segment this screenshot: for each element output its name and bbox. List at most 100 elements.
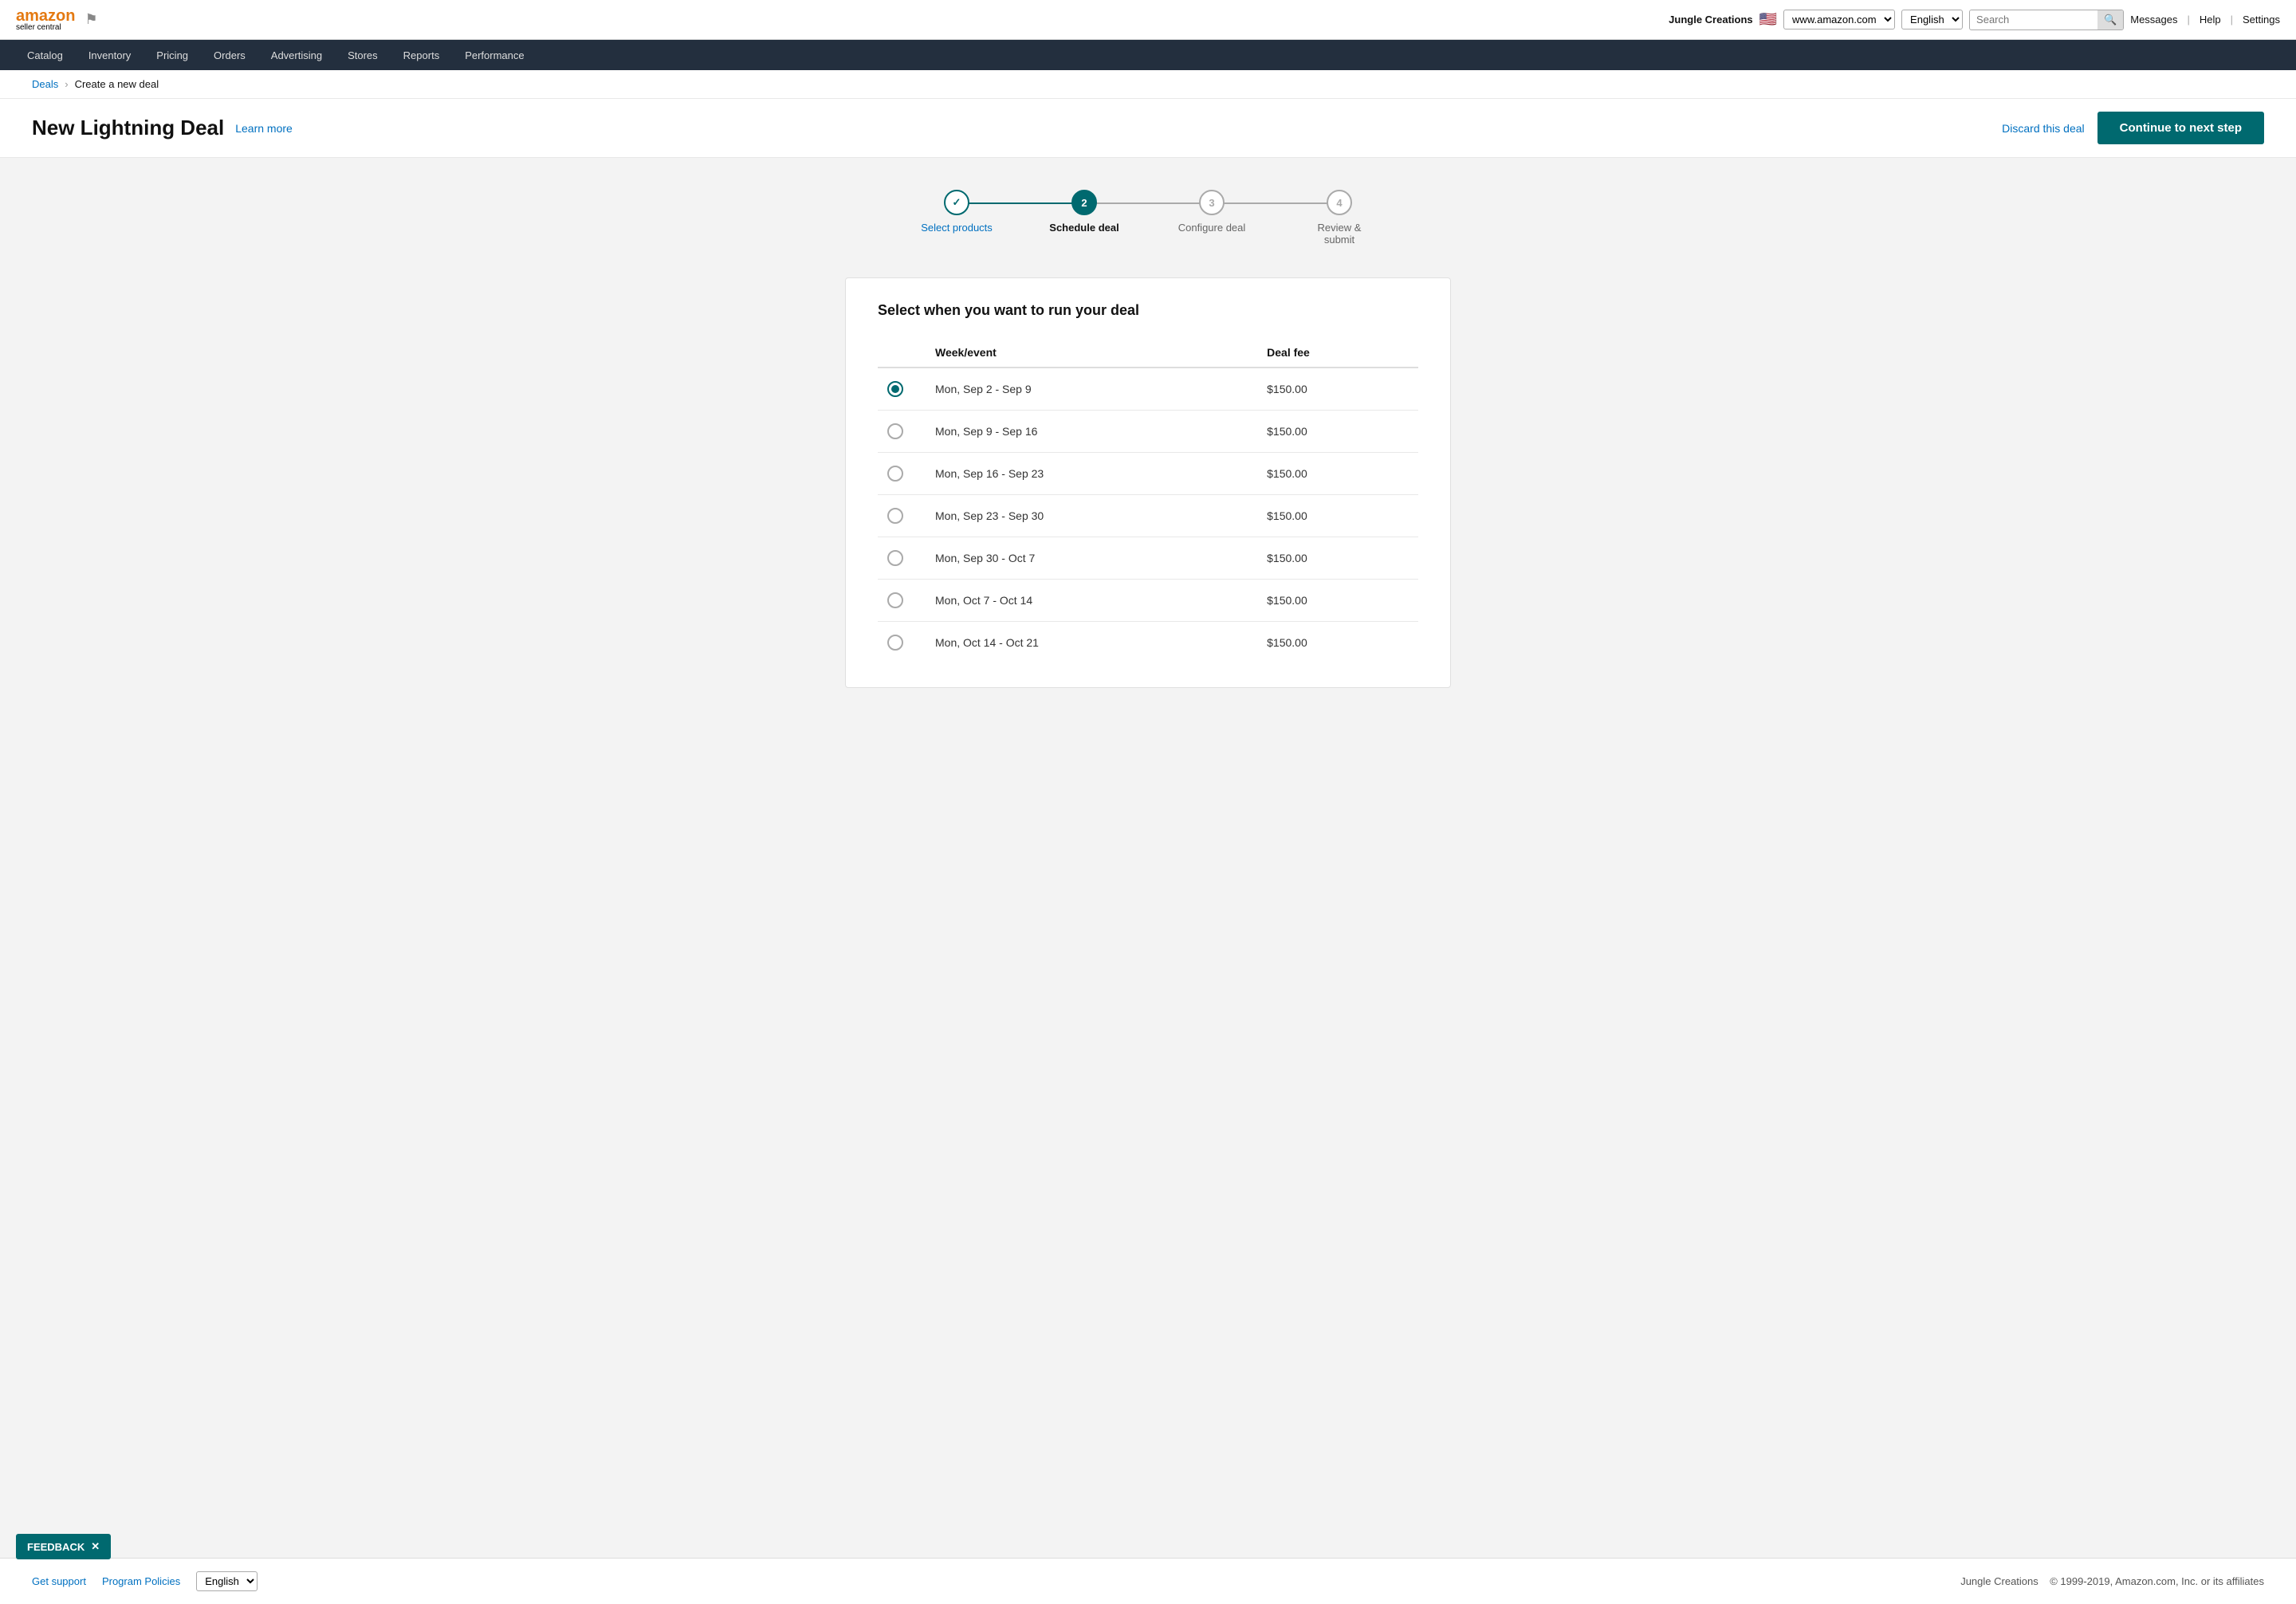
url-select[interactable]: www.amazon.com — [1783, 10, 1895, 29]
radio-button[interactable] — [887, 550, 903, 566]
continue-button[interactable]: Continue to next step — [2097, 112, 2264, 144]
nav-pricing[interactable]: Pricing — [145, 43, 199, 68]
store-selector: Jungle Creations 🇺🇸 www.amazon.com Engli… — [1669, 10, 2280, 30]
col-fee: Deal fee — [1257, 338, 1418, 368]
radio-cell[interactable] — [878, 580, 926, 622]
footer-right: Jungle Creations © 1999-2019, Amazon.com… — [1960, 1575, 2264, 1587]
step-2-connector — [1084, 202, 1212, 204]
nav-performance[interactable]: Performance — [454, 43, 535, 68]
feedback-button[interactable]: FEEDBACK ✕ — [16, 1534, 111, 1559]
schedule-title: Select when you want to run your deal — [878, 302, 1418, 319]
nav-orders[interactable]: Orders — [202, 43, 257, 68]
radio-button[interactable] — [887, 466, 903, 482]
nav-stores[interactable]: Stores — [336, 43, 389, 68]
fee-cell: $150.00 — [1257, 580, 1418, 622]
table-row[interactable]: Mon, Sep 30 - Oct 7$150.00 — [878, 537, 1418, 580]
feedback-label: FEEDBACK — [27, 1541, 85, 1553]
store-name: Jungle Creations — [1669, 14, 1752, 26]
footer-lang-select[interactable]: English — [196, 1571, 258, 1591]
logo-sub: seller central — [16, 24, 75, 32]
messages-link[interactable]: Messages — [2130, 14, 2177, 26]
get-support-link[interactable]: Get support — [32, 1575, 86, 1587]
step-4-circle: 4 — [1327, 190, 1352, 215]
step-3-label: Configure deal — [1178, 222, 1246, 234]
week-cell: Mon, Oct 7 - Oct 14 — [926, 580, 1257, 622]
page-title-area: New Lightning Deal Learn more — [32, 116, 293, 140]
radio-button[interactable] — [887, 423, 903, 439]
nav-inventory[interactable]: Inventory — [77, 43, 142, 68]
help-link[interactable]: Help — [2200, 14, 2221, 26]
week-cell: Mon, Sep 30 - Oct 7 — [926, 537, 1257, 580]
step-1-label[interactable]: Select products — [921, 222, 993, 234]
fee-cell: $150.00 — [1257, 411, 1418, 453]
radio-cell[interactable] — [878, 622, 926, 664]
radio-button[interactable] — [887, 381, 903, 397]
footer-store: Jungle Creations — [1960, 1575, 2038, 1587]
fee-cell: $150.00 — [1257, 495, 1418, 537]
radio-cell[interactable] — [878, 537, 926, 580]
main-nav: Catalog Inventory Pricing Orders Adverti… — [0, 40, 2296, 70]
table-row[interactable]: Mon, Oct 7 - Oct 14$150.00 — [878, 580, 1418, 622]
step-3-connector — [1212, 202, 1339, 204]
fee-cell: $150.00 — [1257, 622, 1418, 664]
footer-sep — [2041, 1575, 2050, 1587]
fee-cell: $150.00 — [1257, 537, 1418, 580]
week-cell: Mon, Oct 14 - Oct 21 — [926, 622, 1257, 664]
footer-copyright: © 1999-2019, Amazon.com, Inc. or its aff… — [2050, 1575, 2264, 1587]
nav-reports[interactable]: Reports — [392, 43, 451, 68]
breadcrumb: Deals › Create a new deal — [0, 70, 2296, 99]
step-1-connector — [957, 202, 1084, 204]
radio-button[interactable] — [887, 508, 903, 524]
step-2-label: Schedule deal — [1049, 222, 1119, 234]
fee-cell: $150.00 — [1257, 453, 1418, 495]
col-week: Week/event — [926, 338, 1257, 368]
program-policies-link[interactable]: Program Policies — [102, 1575, 180, 1587]
main-content: ✓ Select products 2 Schedule deal 3 Conf… — [0, 158, 2296, 1558]
week-cell: Mon, Sep 23 - Sep 30 — [926, 495, 1257, 537]
logo: amazon seller central ⚑ — [16, 8, 98, 32]
discard-button[interactable]: Discard this deal — [2002, 122, 2085, 135]
table-row[interactable]: Mon, Sep 23 - Sep 30$150.00 — [878, 495, 1418, 537]
radio-cell[interactable] — [878, 368, 926, 411]
table-row[interactable]: Mon, Sep 9 - Sep 16$150.00 — [878, 411, 1418, 453]
breadcrumb-separator: › — [65, 78, 68, 90]
radio-button[interactable] — [887, 592, 903, 608]
flag-icon: ⚑ — [85, 11, 97, 28]
feedback-close[interactable]: ✕ — [91, 1540, 100, 1553]
nav-advertising[interactable]: Advertising — [260, 43, 333, 68]
settings-link[interactable]: Settings — [2243, 14, 2280, 26]
page-header: New Lightning Deal Learn more Discard th… — [0, 99, 2296, 158]
radio-cell[interactable] — [878, 453, 926, 495]
search-input[interactable] — [1970, 10, 2097, 29]
lang-select-top[interactable]: English — [1901, 10, 1963, 29]
step-2-circle: 2 — [1071, 190, 1097, 215]
week-cell: Mon, Sep 2 - Sep 9 — [926, 368, 1257, 411]
table-row[interactable]: Mon, Oct 14 - Oct 21$150.00 — [878, 622, 1418, 664]
footer: Get support Program Policies English Jun… — [0, 1558, 2296, 1604]
step-1-circle: ✓ — [944, 190, 969, 215]
table-row[interactable]: Mon, Sep 2 - Sep 9$150.00 — [878, 368, 1418, 411]
header-actions: Discard this deal Continue to next step — [2002, 112, 2264, 144]
radio-button[interactable] — [887, 635, 903, 651]
col-radio — [878, 338, 926, 368]
radio-cell[interactable] — [878, 495, 926, 537]
week-cell: Mon, Sep 9 - Sep 16 — [926, 411, 1257, 453]
breadcrumb-deals[interactable]: Deals — [32, 78, 58, 90]
table-row[interactable]: Mon, Sep 16 - Sep 23$150.00 — [878, 453, 1418, 495]
top-bar: amazon seller central ⚑ Jungle Creations… — [0, 0, 2296, 40]
page-title: New Lightning Deal — [32, 116, 224, 140]
nav-links: Messages | Help | Settings — [2130, 14, 2280, 26]
fee-cell: $150.00 — [1257, 368, 1418, 411]
step-2: 2 Schedule deal — [1020, 190, 1148, 234]
radio-cell[interactable] — [878, 411, 926, 453]
schedule-container: Select when you want to run your deal We… — [845, 277, 1451, 688]
schedule-table: Week/event Deal fee Mon, Sep 2 - Sep 9$1… — [878, 338, 1418, 663]
search-button[interactable]: 🔍 — [2097, 10, 2123, 29]
search-container: 🔍 — [1969, 10, 2124, 30]
week-cell: Mon, Sep 16 - Sep 23 — [926, 453, 1257, 495]
nav-catalog[interactable]: Catalog — [16, 43, 74, 68]
learn-more-link[interactable]: Learn more — [235, 122, 293, 135]
us-flag: 🇺🇸 — [1759, 11, 1777, 28]
footer-left: Get support Program Policies English — [32, 1571, 258, 1591]
step-4: 4 Review &submit — [1276, 190, 1403, 246]
